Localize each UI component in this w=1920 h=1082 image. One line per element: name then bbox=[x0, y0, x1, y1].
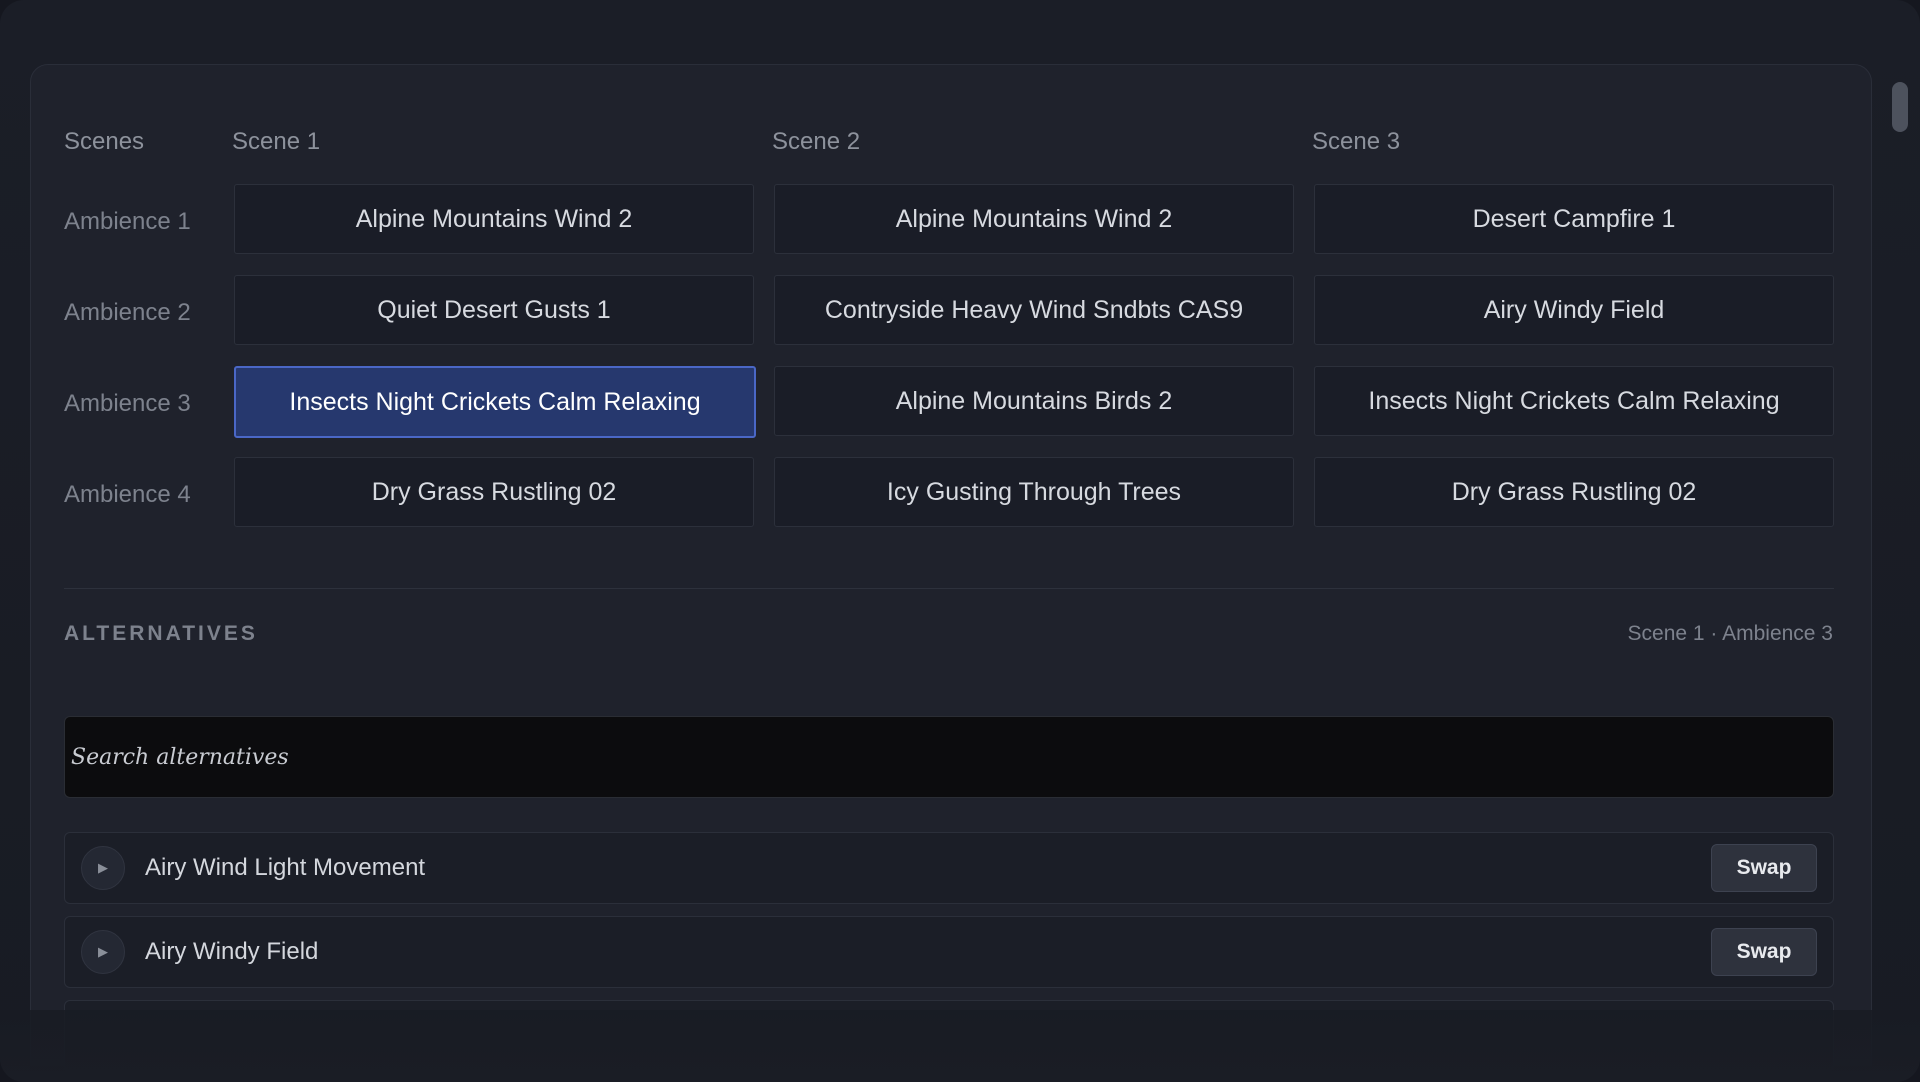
grid-cell[interactable]: Dry Grass Rustling 02 bbox=[234, 457, 754, 527]
grid-cell-selected[interactable]: Insects Night Crickets Calm Relaxing bbox=[234, 366, 756, 438]
scrollbar-thumb[interactable] bbox=[1892, 82, 1908, 132]
alternative-item: ▶ Airy Windy Field Swap bbox=[64, 916, 1834, 988]
ambience-label-2: Ambience 2 bbox=[64, 299, 191, 326]
grid-cell[interactable]: Contryside Heavy Wind Sndbts CAS9 bbox=[774, 275, 1294, 345]
grid-cell[interactable]: Icy Gusting Through Trees bbox=[774, 457, 1294, 527]
grid-cell[interactable]: Desert Campfire 1 bbox=[1314, 184, 1834, 254]
alternative-name: Airy Windy Field bbox=[145, 938, 319, 965]
alternative-item: ▶ Airy Wind Light Movement Swap bbox=[64, 832, 1834, 904]
swap-button[interactable]: Swap bbox=[1711, 844, 1817, 892]
play-icon[interactable]: ▶ bbox=[81, 930, 125, 974]
bottom-edge bbox=[0, 1010, 1920, 1082]
scene-header-2: Scene 2 bbox=[772, 128, 861, 155]
app-window: Scenes Scene 1 Scene 2 Scene 3 Ambience … bbox=[0, 0, 1920, 1082]
grid-cell[interactable]: Alpine Mountains Birds 2 bbox=[774, 366, 1294, 436]
search-alternatives-input[interactable] bbox=[64, 716, 1834, 798]
section-divider bbox=[64, 588, 1834, 589]
grid-cell[interactable]: Insects Night Crickets Calm Relaxing bbox=[1314, 366, 1834, 436]
grid-cell[interactable]: Alpine Mountains Wind 2 bbox=[774, 184, 1294, 254]
ambience-label-4: Ambience 4 bbox=[64, 481, 191, 508]
grid-cell[interactable]: Alpine Mountains Wind 2 bbox=[234, 184, 754, 254]
ambience-label-3: Ambience 3 bbox=[64, 390, 191, 417]
grid-cell[interactable]: Airy Windy Field bbox=[1314, 275, 1834, 345]
grid-cell[interactable]: Quiet Desert Gusts 1 bbox=[234, 275, 754, 345]
grid-cell[interactable]: Dry Grass Rustling 02 bbox=[1314, 457, 1834, 527]
alternatives-context: Scene 1 · Ambience 3 bbox=[1627, 622, 1833, 645]
swap-button[interactable]: Swap bbox=[1711, 928, 1817, 976]
scene-header-1: Scene 1 bbox=[232, 128, 321, 155]
ambience-label-1: Ambience 1 bbox=[64, 208, 191, 235]
scenes-corner-label: Scenes bbox=[64, 128, 145, 155]
alternatives-title: ALTERNATIVES bbox=[64, 622, 258, 645]
play-icon[interactable]: ▶ bbox=[81, 846, 125, 890]
alternative-name: Airy Wind Light Movement bbox=[145, 854, 426, 881]
scene-header-3: Scene 3 bbox=[1312, 128, 1401, 155]
scrollbar-track[interactable] bbox=[1880, 64, 1920, 1014]
